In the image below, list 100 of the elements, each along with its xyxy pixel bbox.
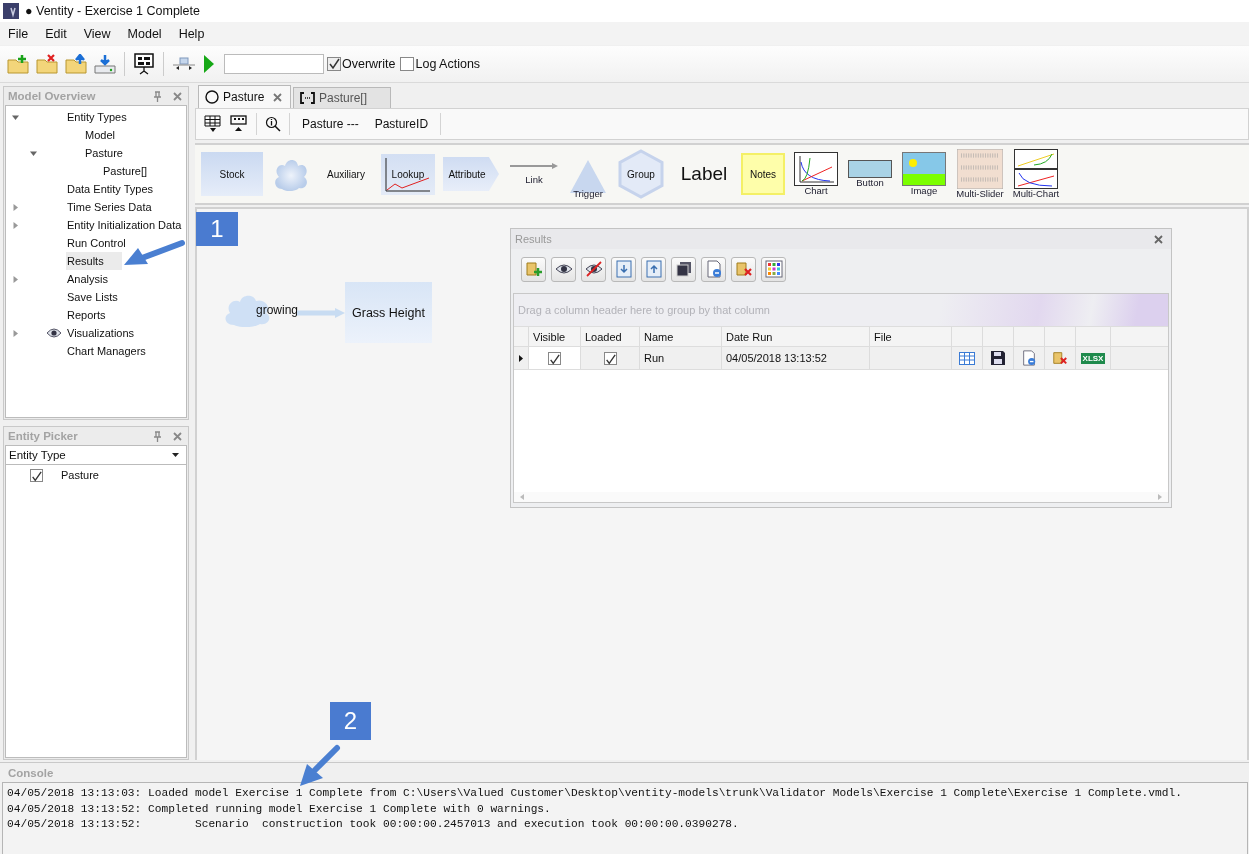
bracket-icon	[300, 92, 315, 104]
group-tool[interactable]: Group	[615, 149, 667, 199]
document-tab[interactable]: Pasture	[198, 85, 291, 108]
column-header[interactable]: Date Run	[722, 327, 870, 346]
column-header[interactable]: Name	[640, 327, 722, 346]
collapse-arrow-icon[interactable]	[30, 149, 37, 157]
attribute-tool[interactable]: Attribute	[443, 157, 499, 191]
colors-button[interactable]	[761, 256, 786, 282]
tree-item[interactable]: Entity Types	[66, 108, 128, 126]
pin-icon[interactable]	[153, 430, 162, 442]
close-icon[interactable]	[273, 92, 282, 102]
checkbox[interactable]	[548, 351, 561, 365]
panel-title: Console	[8, 766, 55, 779]
label-tool[interactable]: Label	[675, 149, 733, 199]
row-indicator-icon	[519, 354, 523, 362]
column-header[interactable]: Visible	[529, 327, 581, 346]
menu-item[interactable]: Edit	[45, 26, 76, 41]
tree-item[interactable]: Pasture	[84, 144, 124, 162]
table-icon[interactable]	[959, 351, 975, 365]
remove-page-icon[interactable]	[1021, 350, 1037, 366]
chart-tool[interactable]: Chart	[793, 149, 839, 199]
tree-item[interactable]: Reports	[66, 306, 107, 324]
add-data-button[interactable]	[521, 256, 546, 282]
remove-button[interactable]	[701, 256, 726, 282]
checkbox[interactable]	[400, 57, 415, 71]
import-button[interactable]	[611, 256, 636, 282]
tree-item[interactable]: Results	[66, 252, 122, 270]
checkbox[interactable]	[327, 57, 341, 71]
keyboard-icon[interactable]	[230, 115, 248, 133]
expand-arrow-icon[interactable]	[12, 221, 19, 229]
expand-arrow-icon[interactable]	[12, 203, 19, 211]
entity-key-label: Pasture ---	[302, 117, 359, 131]
rectangle-icon	[848, 160, 892, 178]
stock-tool[interactable]: Stock	[201, 152, 263, 196]
excel-export-button[interactable]: XLSX	[1080, 352, 1106, 364]
stock-node[interactable]: Grass Height	[345, 282, 432, 343]
open-folder-button[interactable]	[63, 51, 89, 77]
trigger-tool[interactable]: Trigger	[569, 149, 607, 199]
expand-arrow-icon[interactable]	[12, 275, 19, 283]
checkbox-label[interactable]: Log Actions	[415, 57, 481, 71]
tree-item[interactable]: Chart Managers	[66, 342, 147, 360]
tree-item[interactable]: Entity Initialization Data	[66, 216, 183, 234]
app-logo-icon	[3, 3, 19, 19]
lookup-graph-icon	[383, 156, 431, 193]
multichart-tool[interactable]: Multi-Chart	[1013, 149, 1059, 199]
auxiliary-tool[interactable]: Auxiliary	[319, 149, 373, 199]
eye-icon	[46, 328, 62, 338]
column-header[interactable]: File	[870, 327, 952, 346]
show-button[interactable]	[551, 256, 576, 282]
tree-item[interactable]: Time Series Data	[66, 198, 153, 216]
menu-item[interactable]: Model	[127, 26, 171, 41]
checkbox[interactable]	[30, 468, 43, 482]
console-line: 04/05/2018 13:13:52: Scenario construction took 00:00:00.2457013 and execution took 00:00:00.0390278.	[7, 817, 740, 832]
folder-upload-icon	[65, 54, 87, 74]
multislider-tool[interactable]: Multi-Slider	[955, 149, 1005, 199]
tree-item[interactable]: Model	[84, 126, 116, 144]
notes-tool[interactable]: Notes	[741, 153, 785, 195]
close-icon[interactable]	[173, 91, 182, 101]
delete-folder-button[interactable]	[34, 51, 60, 77]
landscape-icon	[902, 152, 946, 186]
menu-item[interactable]: Help	[178, 26, 214, 41]
tree-item[interactable]: Visualizations	[66, 324, 136, 342]
grid-menu-icon[interactable]	[204, 115, 222, 133]
column-header[interactable]: Loaded	[581, 327, 640, 346]
presentation-board-icon	[133, 53, 155, 75]
pin-icon[interactable]	[153, 90, 162, 102]
export-icon	[644, 260, 663, 278]
tree-item[interactable]: Run Control	[66, 234, 127, 252]
tree-item[interactable]: Save Lists	[66, 288, 119, 306]
arrow-icon	[510, 163, 558, 169]
delete-data-icon[interactable]	[1052, 350, 1068, 366]
tree-item[interactable]: Analysis	[66, 270, 109, 288]
button-tool[interactable]: Button	[847, 149, 893, 199]
circle-icon	[205, 90, 219, 104]
entity-name[interactable]: Pasture	[61, 469, 99, 481]
menu-item[interactable]: View	[83, 26, 120, 41]
close-icon[interactable]	[1154, 234, 1163, 244]
close-icon[interactable]	[173, 431, 182, 441]
export-button[interactable]	[641, 256, 666, 282]
tree-item[interactable]: Data Entity Types	[66, 180, 154, 198]
copy-button[interactable]	[671, 256, 696, 282]
stacked-charts-icon	[1014, 149, 1058, 189]
link-tool[interactable]: Link	[507, 149, 561, 199]
checkbox-label[interactable]: Overwrite	[342, 57, 396, 71]
delete-button[interactable]	[731, 256, 756, 282]
collapse-arrow-icon[interactable]	[12, 113, 19, 121]
console-line: 04/05/2018 13:13:03: Loaded model Exercise 1 Complete from C:\Users\Valued Customer\Desktop\ventity-models\trunk\Validator Models\Exercise 1 Complete\Exercise 1 Complete.vmdl.	[7, 786, 1183, 801]
tree-item[interactable]: Pasture[]	[102, 162, 149, 180]
info-search-icon[interactable]	[265, 116, 281, 132]
checkbox[interactable]	[603, 351, 617, 365]
callout-arrow	[124, 240, 185, 265]
toolbar-field[interactable]	[224, 54, 324, 74]
lookup-tool[interactable]: Lookup	[381, 153, 435, 195]
document-tab[interactable]: Pasture[]	[293, 87, 391, 108]
menu-item[interactable]: File	[8, 26, 38, 41]
presentation-button[interactable]	[131, 51, 157, 77]
image-tool[interactable]: Image	[901, 149, 947, 199]
expand-arrow-icon[interactable]	[12, 329, 19, 337]
cloud-label: growing	[256, 303, 299, 317]
hide-button[interactable]	[581, 256, 606, 282]
